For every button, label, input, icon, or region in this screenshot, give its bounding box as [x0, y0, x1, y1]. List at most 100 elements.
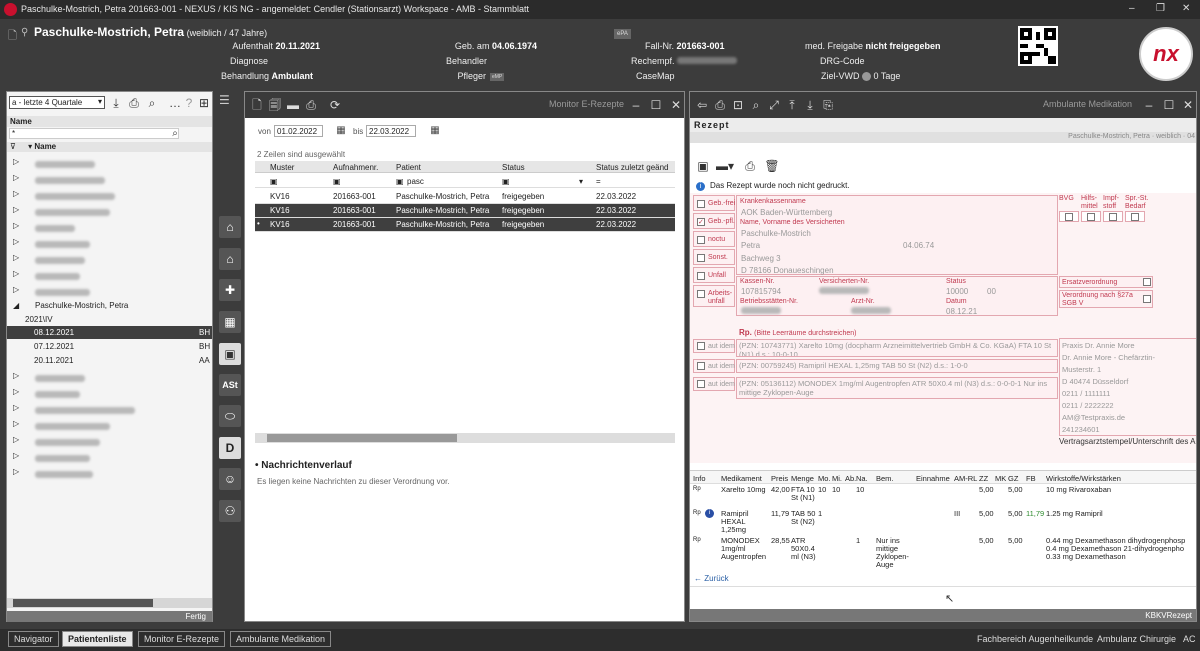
print-icon[interactable]: ⎙ [712, 97, 728, 113]
upload-icon[interactable]: ⤒ [784, 97, 800, 113]
tab-patientenliste[interactable]: Patientenliste [62, 631, 133, 647]
tree-item[interactable]: ▷ [7, 464, 212, 480]
pin-icon[interactable]: ⚲ [21, 27, 28, 38]
von-date-input[interactable]: 01.02.2022 [274, 125, 323, 137]
name-filter-input[interactable]: * [9, 128, 179, 139]
med-row[interactable]: Rp MONODEX 1mg/ml Augentropfen 28,55 ATR 50… [690, 536, 1196, 569]
med-column-header[interactable]: Mo. [818, 474, 831, 483]
tree-item[interactable]: ▷ [7, 400, 212, 416]
qr-code-icon[interactable] [1018, 26, 1058, 66]
epa-badge[interactable]: ePA [614, 29, 631, 39]
print-icon[interactable]: ⎙ [742, 158, 758, 174]
tree-item-patient[interactable]: ◢ Paschulke-Mostrich, Petra [7, 298, 212, 314]
refresh-icon[interactable]: ⟳ [327, 97, 343, 113]
grid-icon[interactable]: ⊞ [196, 95, 212, 111]
med-column-header[interactable]: Preis [771, 474, 788, 483]
rezept-checkbox-box[interactable]: ✓ Geb.-pfl. [693, 213, 735, 229]
col-muster[interactable]: Muster [270, 163, 294, 172]
erezept-row[interactable]: • KV16 201663-001 Paschulke-Mostrich, Petra… [255, 218, 675, 232]
col-aufnahmenr[interactable]: Aufnahmenr. [333, 163, 378, 172]
med-column-header[interactable]: Info [693, 474, 706, 483]
visit-row[interactable]: 20.11.2021 AA [7, 354, 212, 367]
med-column-header[interactable]: Na. [856, 474, 868, 483]
tab-monitor-erezepte[interactable]: Monitor E-Rezepte [138, 631, 226, 647]
med-column-header[interactable]: AM-RL [954, 474, 977, 483]
aut-idem-box[interactable]: aut idem [693, 359, 735, 373]
med-column-header[interactable]: Bem. [876, 474, 894, 483]
filter-nr-checkbox[interactable]: ▣ [333, 177, 341, 186]
tree-item[interactable]: ▷ [7, 154, 212, 170]
patient-card-icon[interactable]: ▣ [219, 343, 241, 365]
rezept-checkbox-box[interactable]: noctu [693, 231, 735, 247]
aut-idem-box[interactable]: aut idem [693, 377, 735, 391]
rezept-flag-box[interactable] [1103, 211, 1123, 222]
erezept-hscrollbar[interactable] [255, 433, 675, 443]
menu-icon[interactable]: ☰ [219, 93, 237, 107]
back-icon[interactable]: ⇦ [694, 97, 710, 113]
rezept-flag-box[interactable] [1125, 211, 1145, 222]
delete-icon[interactable]: 🗑 [764, 158, 780, 174]
tree-item[interactable]: ▷ [7, 202, 212, 218]
tree-item[interactable]: ▷ [7, 384, 212, 400]
tree-item[interactable]: ▷ [7, 218, 212, 234]
download-icon[interactable]: ⤓ [108, 95, 124, 111]
ast-icon[interactable]: ASt [219, 374, 241, 396]
bis-date-input[interactable]: 22.03.2022 [366, 125, 416, 137]
med-column-header[interactable]: Wirkstoffe/Wirkstärken [1046, 474, 1121, 483]
expand-icon[interactable]: ⤢ [766, 97, 782, 113]
download-icon[interactable]: ⤓ [802, 97, 818, 113]
tab-ambulante-medikation[interactable]: Ambulante Medikation [230, 631, 332, 647]
close-panel-icon[interactable]: ✕ [668, 97, 684, 113]
tree-item[interactable]: ▷ [7, 282, 212, 298]
visit-row[interactable]: 08.12.2021 BH [7, 326, 212, 339]
d-icon[interactable]: D [219, 437, 241, 459]
rezept-checkbox-box[interactable]: Arbeits- unfall [693, 285, 735, 307]
sort-header[interactable]: ⊽ ▾ Name [7, 142, 212, 152]
calendar-icon[interactable]: ▦ [427, 123, 443, 139]
col-patient[interactable]: Patient [396, 163, 421, 172]
prescription-line[interactable]: (PZN: 10743771) Xarelto 10mg (docpharm A… [736, 339, 1058, 357]
user-initials[interactable]: AC [1183, 634, 1196, 644]
tree-item[interactable]: ▷ [7, 250, 212, 266]
new-document-icon[interactable]: 🗋 [249, 97, 265, 113]
emp-badge[interactable]: eMP [490, 73, 505, 81]
tree-item[interactable]: ▷ [7, 432, 212, 448]
tree-item[interactable]: ▷ [7, 234, 212, 250]
filter-date-eq[interactable]: = [596, 177, 601, 186]
med-column-header[interactable]: FB [1026, 474, 1036, 483]
close-icon[interactable]: ✕ [1182, 3, 1190, 14]
tree-item[interactable]: ▷ [7, 416, 212, 432]
home-icon[interactable]: ⌂ [219, 216, 241, 238]
search-icon[interactable]: ⌕ [748, 97, 764, 113]
filter-search-icon[interactable]: ⌕ [167, 126, 183, 142]
add-person-icon[interactable]: ⚇ [219, 500, 241, 522]
verordnung-27a-box[interactable]: Verordnung nach §27a SGB V [1059, 290, 1153, 308]
info-icon[interactable]: i [705, 509, 714, 518]
med-column-header[interactable]: Medikament [721, 474, 762, 483]
maximize-icon[interactable]: ❐ [1156, 3, 1165, 14]
dropdown-icon[interactable]: ▾ [579, 177, 583, 186]
med-row[interactable]: Rp Xarelto 10mg 42,00 FTA 10 St (N1) 10 10 10 5… [690, 485, 1196, 511]
document-icon[interactable]: 🗋 [8, 27, 17, 46]
search-icon[interactable]: ⌕ [144, 95, 160, 111]
rezept-flag-box[interactable] [1059, 211, 1079, 222]
pills-icon[interactable]: ⬭ [219, 405, 241, 427]
export-icon[interactable]: ⎘ [820, 97, 836, 113]
tree-item[interactable]: ▷ [7, 186, 212, 202]
med-column-header[interactable]: Menge [791, 474, 814, 483]
calendar-icon[interactable]: ▦ [333, 123, 349, 139]
card-reader-icon[interactable]: ▬ [285, 97, 301, 113]
med-column-header[interactable]: MK [995, 474, 1006, 483]
med-column-header[interactable]: Mi. [832, 474, 842, 483]
preview-icon[interactable]: ⊡ [730, 97, 746, 113]
filter-muster-checkbox[interactable]: ▣ [270, 177, 278, 186]
horizontal-scrollbar[interactable] [7, 598, 212, 608]
tree-item[interactable]: ▷ [7, 266, 212, 282]
print-icon[interactable]: ⎙ [303, 97, 319, 113]
med-column-header[interactable]: ZZ [979, 474, 988, 483]
prescription-line[interactable]: (PZN: 05136112) MONODEX 1mg/ml Augentrop… [736, 377, 1058, 399]
col-status-changed[interactable]: Status zuletzt geänd [596, 163, 669, 172]
ambulanz[interactable]: Ambulanz Chirurgie [1097, 634, 1176, 644]
med-column-header[interactable]: Einnahme [916, 474, 950, 483]
erezept-row[interactable]: KV16 201663-001 Paschulke-Mostrich, Petra f… [255, 190, 675, 204]
